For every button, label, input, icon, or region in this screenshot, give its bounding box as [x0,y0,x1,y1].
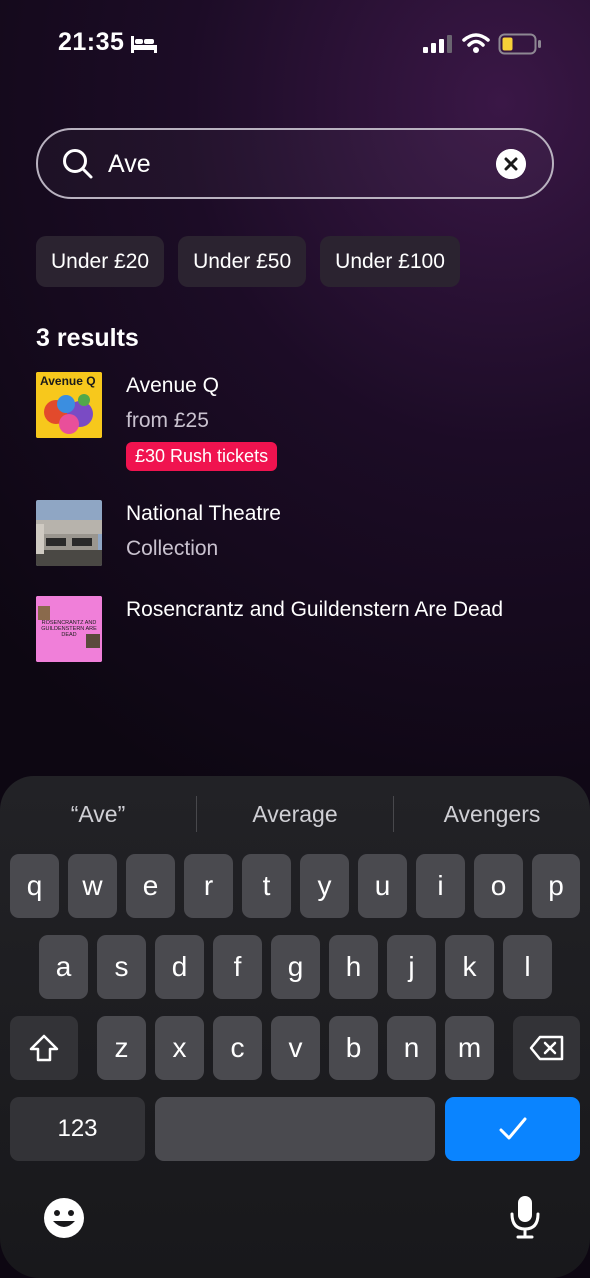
suggestion-average[interactable]: Average [197,794,393,834]
emoji-icon[interactable] [43,1197,85,1239]
results-count: 3 results [36,324,139,352]
key-j[interactable]: j [387,935,436,999]
key-e[interactable]: e [126,854,175,918]
keyboard-suggestions: “Ave” Average Avengers [0,794,590,834]
key-c[interactable]: c [213,1016,262,1080]
key-g[interactable]: g [271,935,320,999]
key-i[interactable]: i [416,854,465,918]
key-z[interactable]: z [97,1016,146,1080]
status-bar: 21:35 [0,0,590,90]
key-o[interactable]: o [474,854,523,918]
filter-chip-under-100[interactable]: Under £100 [320,236,460,287]
keyboard: “Ave” Average Avengers q w e r t y u i o… [0,776,590,1278]
key-v[interactable]: v [271,1016,320,1080]
clear-search-icon[interactable] [496,149,526,179]
microphone-icon[interactable] [509,1194,541,1240]
delete-key[interactable] [513,1016,580,1080]
result-title: National Theatre [126,502,281,525]
key-a[interactable]: a [39,935,88,999]
result-title: Avenue Q [126,374,220,397]
cellular-signal-icon [423,35,452,53]
checkmark-icon [499,1117,526,1140]
numbers-key[interactable]: 123 [10,1097,145,1161]
search-box[interactable] [36,128,554,199]
space-bar[interactable] [155,1097,435,1161]
rosencrantz-thumbnail: ROSENCRANTZ AND GUILDENSTERN ARE DEAD [36,596,102,662]
national-theatre-thumbnail [36,500,102,566]
key-d[interactable]: d [155,935,204,999]
rush-tickets-badge: £30 Rush tickets [126,442,278,471]
shift-icon [29,1034,59,1062]
key-l[interactable]: l [503,935,552,999]
key-h[interactable]: h [329,935,378,999]
rosencrantz-thumb-title: ROSENCRANTZ AND GUILDENSTERN ARE DEAD [41,620,97,638]
key-q[interactable]: q [10,854,59,918]
result-subtitle: Collection [126,537,219,560]
search-input[interactable] [108,144,488,184]
suggestion-literal[interactable]: “Ave” [0,794,196,834]
result-title: Rosencrantz and Guildenstern Are Dead [126,598,504,621]
battery-icon [498,33,541,55]
key-f[interactable]: f [213,935,262,999]
shift-key[interactable] [10,1016,78,1080]
avenue-q-thumbnail: Avenue Q [36,372,102,438]
key-t[interactable]: t [242,854,291,918]
key-r[interactable]: r [184,854,233,918]
wifi-icon [462,33,490,53]
key-k[interactable]: k [445,935,494,999]
key-u[interactable]: u [358,854,407,918]
done-key[interactable] [445,1097,580,1161]
key-y[interactable]: y [300,854,349,918]
filter-chip-under-50[interactable]: Under £50 [178,236,307,287]
key-p[interactable]: p [532,854,580,918]
avenue-q-thumb-title: Avenue Q [40,374,96,388]
suggestion-avengers[interactable]: Avengers [394,794,590,834]
bed-icon [131,36,157,53]
search-icon [63,149,93,179]
result-price: from £25 [126,409,209,432]
result-item-avenue-q[interactable]: Avenue Q Avenue Q from £25 £30 Rush tick… [36,372,556,472]
result-item-national-theatre[interactable]: National Theatre Collection [36,500,556,566]
key-x[interactable]: x [155,1016,204,1080]
key-m[interactable]: m [445,1016,494,1080]
backspace-icon [529,1035,563,1061]
key-n[interactable]: n [387,1016,436,1080]
price-filter-chips: Under £20 Under £50 Under £100 [36,236,460,287]
key-b[interactable]: b [329,1016,378,1080]
status-time: 21:35 [58,28,125,56]
key-w[interactable]: w [68,854,117,918]
result-item-rosencrantz[interactable]: ROSENCRANTZ AND GUILDENSTERN ARE DEAD Ro… [36,596,556,662]
key-s[interactable]: s [97,935,146,999]
filter-chip-under-20[interactable]: Under £20 [36,236,165,287]
